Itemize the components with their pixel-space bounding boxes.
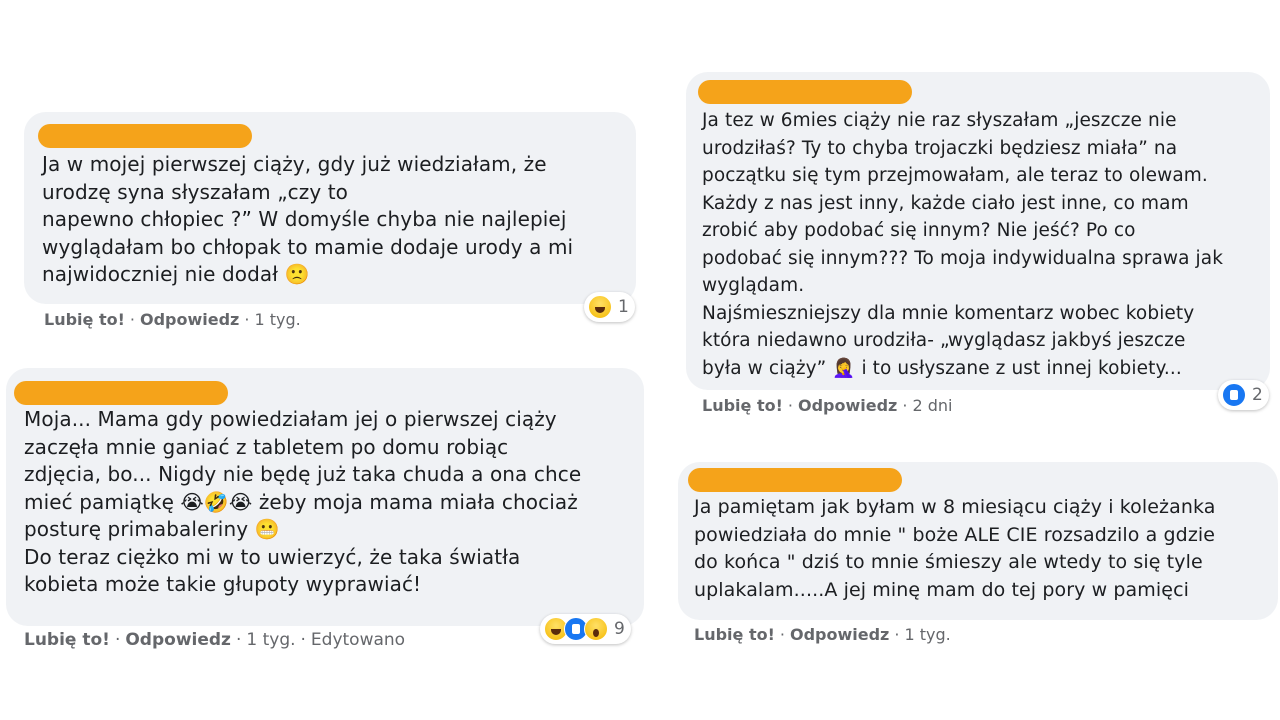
reactions-summary[interactable]: 9 xyxy=(540,614,631,644)
reactions-summary[interactable]: 1 xyxy=(584,292,635,322)
comment-actions: Lubię to! · Odpowiedz · 1 tyg. xyxy=(44,310,301,329)
timestamp[interactable]: 1 tyg. xyxy=(904,625,950,644)
timestamp[interactable]: 2 dni xyxy=(912,396,952,415)
comment-text: Ja w mojej pierwszej ciąży, gdy już wied… xyxy=(42,152,574,286)
comment-actions: Lubię to! · Odpowiedz · 1 tyg. xyxy=(694,625,951,644)
redacted-author-name[interactable] xyxy=(688,468,902,492)
reply-button[interactable]: Odpowiedz xyxy=(798,396,897,415)
reply-button[interactable]: Odpowiedz xyxy=(125,630,231,650)
comment-actions: Lubię to! · Odpowiedz · 1 tyg. · Edytowano xyxy=(24,630,406,650)
like-button[interactable]: Lubię to! xyxy=(44,310,125,329)
comment-actions: Lubię to! · Odpowiedz · 2 dni xyxy=(702,396,953,415)
reactions-summary[interactable]: 2 xyxy=(1218,380,1269,410)
haha-icon xyxy=(588,295,612,319)
edited-label[interactable]: Edytowano xyxy=(311,630,405,650)
like-button[interactable]: Lubię to! xyxy=(694,625,775,644)
reaction-count: 1 xyxy=(618,297,629,317)
like-button[interactable]: Lubię to! xyxy=(24,630,110,650)
wow-icon xyxy=(584,617,608,641)
redacted-author-name[interactable] xyxy=(38,124,252,148)
comment-text: Ja tez w 6mies ciąży nie raz słyszałam „… xyxy=(702,110,1224,379)
like-button[interactable]: Lubię to! xyxy=(702,396,783,415)
reaction-count: 2 xyxy=(1252,385,1263,405)
redacted-author-name[interactable] xyxy=(698,80,912,104)
reply-button[interactable]: Odpowiedz xyxy=(140,310,239,329)
timestamp[interactable]: 1 tyg. xyxy=(254,310,300,329)
comment-text: Moja... Mama gdy powiedziałam jej o pier… xyxy=(24,407,582,596)
like-icon xyxy=(1222,383,1246,407)
redacted-author-name[interactable] xyxy=(14,381,228,405)
timestamp[interactable]: 1 tyg. xyxy=(246,630,295,650)
reply-button[interactable]: Odpowiedz xyxy=(790,625,889,644)
comment-text: Ja pamiętam jak byłam w 8 miesiącu ciąży… xyxy=(694,496,1216,601)
reaction-count: 9 xyxy=(614,619,625,639)
